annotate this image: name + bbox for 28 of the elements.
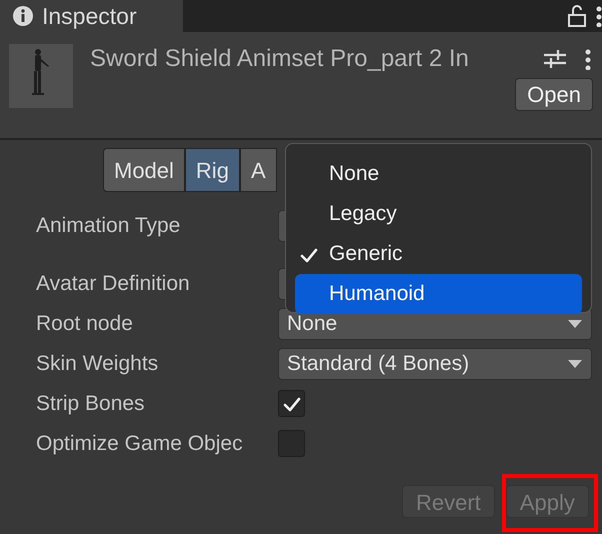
open-button[interactable]: Open [515,78,593,111]
caret-icon [567,319,583,329]
menu-item[interactable]: Legacy [295,194,582,234]
field-label: Optimize Game Objec [36,430,244,456]
asset-title: Sword Shield Animset Pro_part 2 In [90,44,470,74]
field-label: Animation Type [36,213,182,240]
field-label: Skin Weights [36,351,160,378]
menu-item[interactable]: None [295,154,582,194]
menu-item[interactable]: Generic [295,234,582,274]
settings-icon[interactable] [543,48,567,70]
mode-tab[interactable]: Rig [184,148,240,192]
mode-tab[interactable]: A [240,148,277,192]
dropdown-field[interactable]: Standard (4 Bones) [278,348,592,380]
more-icon[interactable] [596,5,602,27]
check-icon [299,246,319,264]
lock-icon[interactable] [568,5,586,27]
inspector-tab[interactable]: Inspector [0,0,183,32]
menu-item[interactable]: Humanoid [295,274,582,314]
info-icon [12,5,34,27]
more-icon[interactable] [585,48,591,70]
field-label: Strip Bones [36,391,146,417]
caret-icon [567,359,583,369]
mode-tab[interactable]: Model [103,148,185,192]
checkbox[interactable] [278,390,305,418]
check-icon [282,394,302,413]
checkbox[interactable] [278,430,305,457]
field-label: Avatar Definition [36,271,191,298]
field-label: Root node [36,311,134,338]
